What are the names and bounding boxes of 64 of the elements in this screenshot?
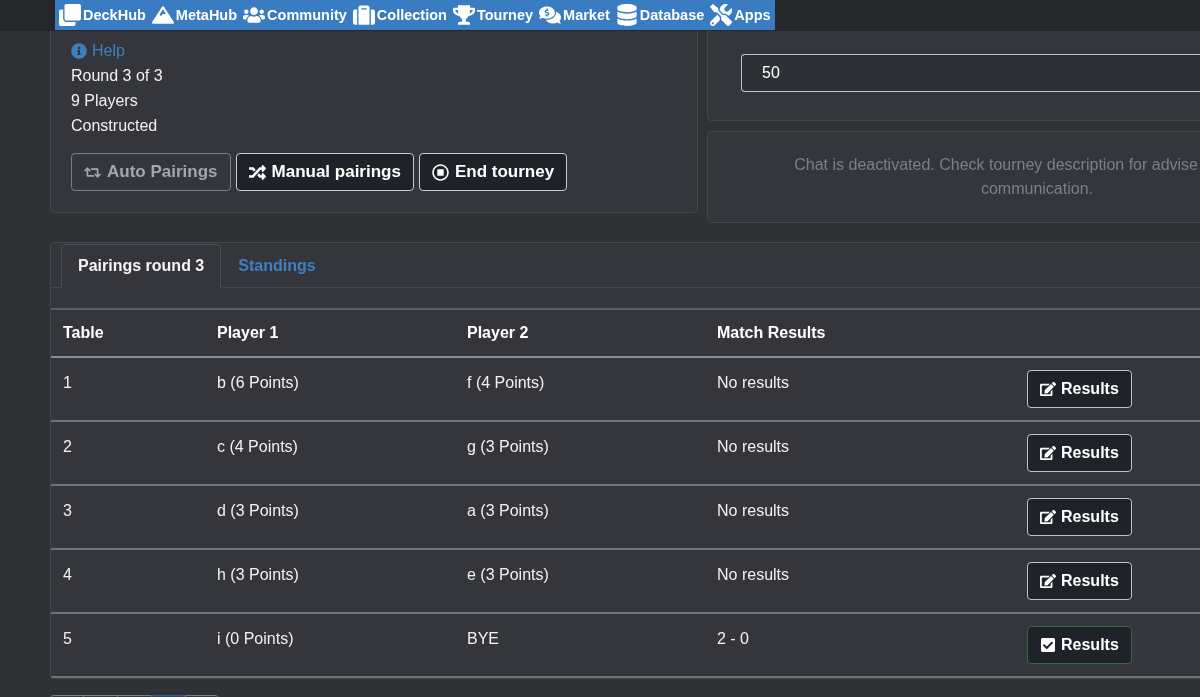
results-button[interactable]: Results bbox=[1027, 498, 1132, 536]
table-cell-text: No results bbox=[716, 438, 790, 456]
edit-icon bbox=[1040, 509, 1056, 525]
table-cell-text: BYE bbox=[466, 630, 499, 648]
input-field[interactable]: 50 bbox=[741, 54, 1200, 92]
shuffle-icon bbox=[248, 163, 266, 181]
nav-link[interactable]: DeckHub bbox=[59, 4, 146, 26]
chat-message: Chat is deactivated. Check tourney description for advise bbox=[794, 155, 1198, 175]
table-cell-text: No results bbox=[716, 374, 790, 392]
table-cell-text: f (4 Points) bbox=[466, 374, 545, 392]
table-cell-text: No results bbox=[716, 566, 790, 584]
table-cell-text: i (0 Points) bbox=[216, 630, 294, 648]
table-cell-text: b (6 Points) bbox=[216, 374, 299, 392]
edit-icon bbox=[1040, 573, 1056, 589]
nav-link[interactable]: Tourney bbox=[452, 4, 534, 26]
table-cell-text: a (3 Points) bbox=[466, 502, 549, 520]
column-header: Table bbox=[62, 324, 104, 342]
action-button[interactable]: End tourney bbox=[418, 153, 568, 191]
table-cell-text: 2 bbox=[62, 438, 72, 456]
chat-message: communication. bbox=[980, 179, 1093, 199]
table-cell-text: g (3 Points) bbox=[466, 438, 549, 456]
table-cell-text: d (3 Points) bbox=[216, 502, 299, 520]
help-link[interactable]: Help bbox=[71, 39, 125, 63]
nav-link[interactable]: Apps bbox=[710, 4, 771, 26]
tools-icon bbox=[710, 4, 733, 26]
mountain-icon bbox=[151, 4, 174, 26]
column-header: Player 1 bbox=[216, 324, 279, 342]
results-button[interactable]: Results bbox=[1027, 562, 1132, 600]
edit-icon bbox=[1040, 381, 1056, 397]
nav-link[interactable]: Database bbox=[615, 4, 705, 26]
table-cell-text: 3 bbox=[62, 502, 72, 520]
results-button[interactable]: Results bbox=[1027, 370, 1132, 408]
table-cell-text: 5 bbox=[62, 630, 72, 648]
results-button[interactable]: Results bbox=[1027, 434, 1132, 472]
table-cell-text: 2 - 0 bbox=[716, 630, 749, 648]
nav-link[interactable]: MetaHub bbox=[151, 4, 238, 26]
table-cell-text: 4 bbox=[62, 566, 72, 584]
table-cell-text: e (3 Points) bbox=[466, 566, 549, 584]
table-cell-text: 1 bbox=[62, 374, 72, 392]
table-cell-text: c (4 Points) bbox=[216, 438, 298, 456]
table-cell-text: No results bbox=[716, 502, 790, 520]
database-icon bbox=[615, 4, 638, 26]
money-chat-icon bbox=[539, 4, 562, 26]
nav-link[interactable]: Market bbox=[539, 4, 610, 26]
column-header: Match Results bbox=[716, 324, 826, 342]
tab[interactable]: Standings bbox=[221, 244, 333, 288]
info-text: 9 Players bbox=[71, 91, 138, 111]
nav-link[interactable]: Collection bbox=[352, 4, 447, 26]
info-text: Constructed bbox=[71, 116, 158, 136]
nav-link[interactable]: Community bbox=[243, 4, 347, 26]
info-icon bbox=[71, 43, 87, 59]
stop-icon bbox=[431, 163, 449, 181]
info-text: Round 3 of 3 bbox=[71, 66, 163, 86]
people-icon bbox=[243, 4, 266, 26]
suitcase-icon bbox=[352, 4, 375, 26]
column-header: Player 2 bbox=[466, 324, 529, 342]
table-cell-text: h (3 Points) bbox=[216, 566, 299, 584]
cards-icon bbox=[59, 4, 81, 26]
edit-icon bbox=[1040, 445, 1056, 461]
results-button[interactable]: Results bbox=[1027, 626, 1132, 664]
tab[interactable]: Pairings round 3 bbox=[61, 244, 222, 288]
action-button[interactable]: Manual pairings bbox=[235, 153, 414, 191]
checkbox-icon bbox=[1040, 637, 1056, 653]
trophy-icon bbox=[452, 4, 475, 26]
